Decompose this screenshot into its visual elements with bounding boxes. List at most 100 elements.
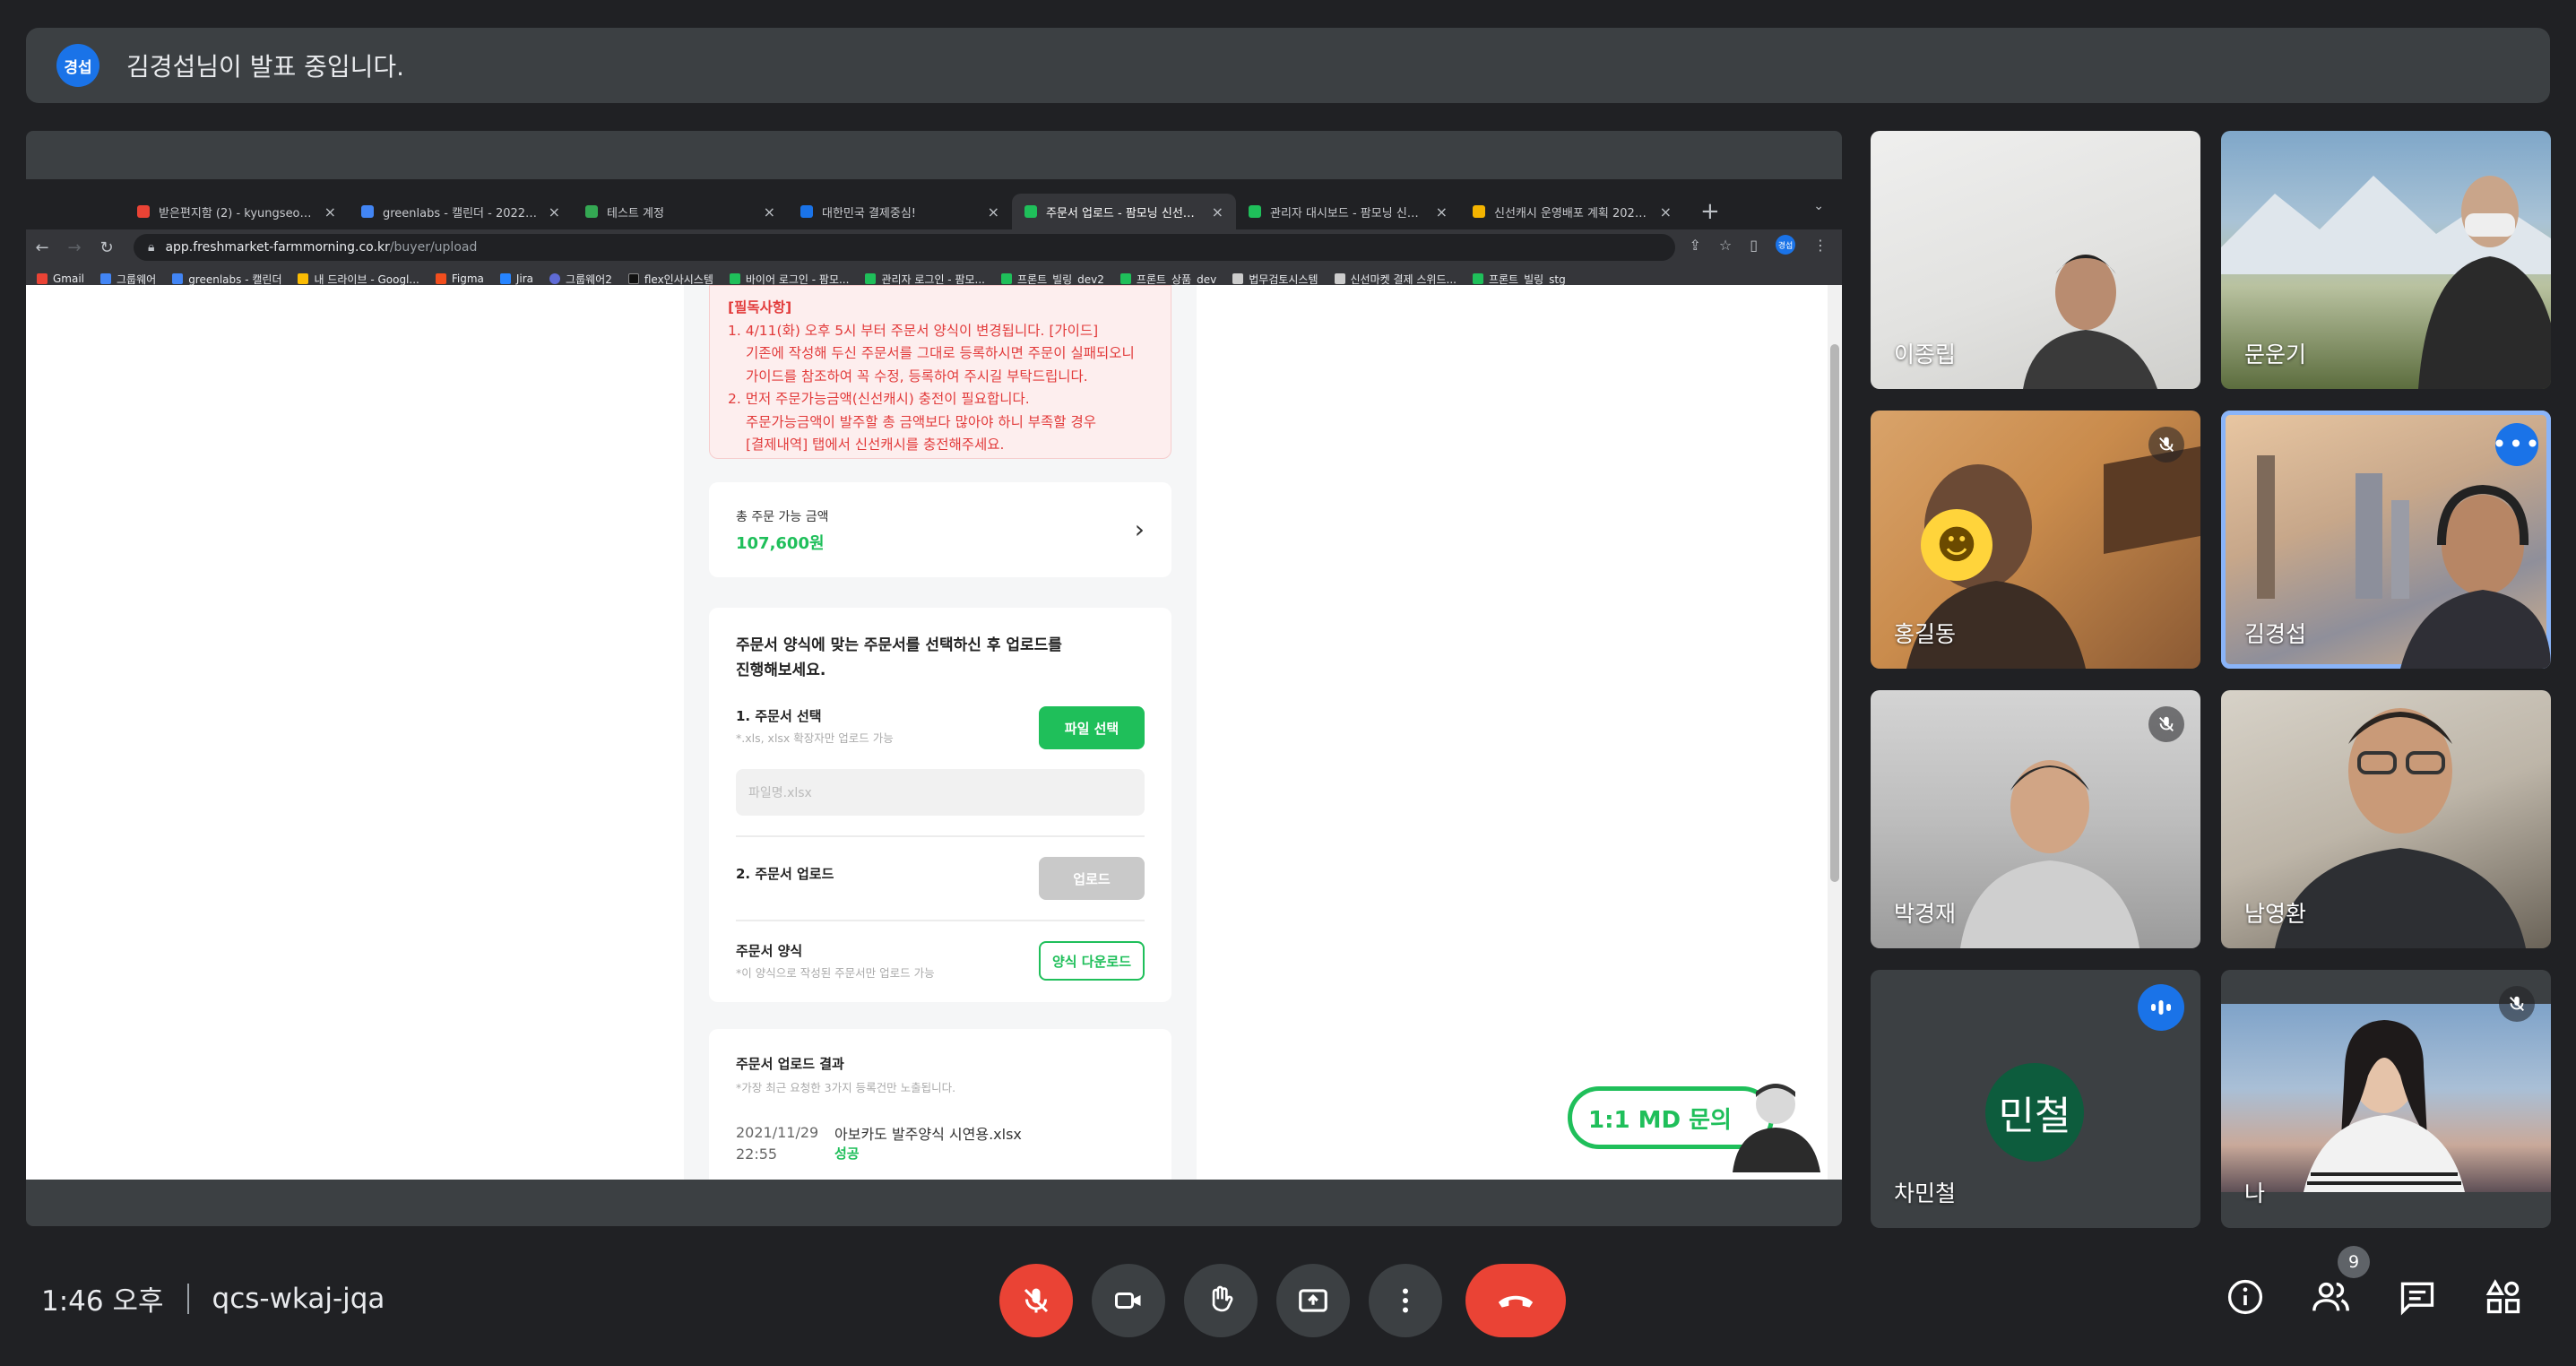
calendar-icon: [361, 205, 374, 218]
mic-off-icon: [2148, 706, 2184, 742]
bookmark-item[interactable]: 법무검토시스템: [1232, 272, 1318, 287]
browser-tab[interactable]: greenlabs - 캘린더 - 2022년 4월 ×: [349, 194, 573, 229]
camera-toggle-button[interactable]: [1092, 1264, 1165, 1337]
globe-icon: [800, 205, 813, 218]
participant-tile[interactable]: 남영환: [2221, 690, 2551, 948]
bookmark-item[interactable]: Figma: [435, 272, 484, 285]
reload-icon[interactable]: ↻: [91, 238, 123, 257]
participant-tile[interactable]: 이종립: [1871, 131, 2200, 389]
bookmark-item[interactable]: 관리자 로그인 - 팜모...: [865, 272, 985, 287]
form-row: 주문서 양식 *이 양식으로 작성된 주문서만 업로드 가능 양식 다운로드: [736, 941, 1145, 981]
participant-name: 나: [2244, 1180, 2266, 1206]
notice-line: 2. 먼저 주문가능금액(신선캐시) 충전이 필요합니다.: [728, 391, 1030, 407]
activities-button[interactable]: [2481, 1275, 2526, 1319]
menu-icon[interactable]: ⋮: [1813, 237, 1828, 254]
bookmark-item[interactable]: 그룹웨어2: [549, 272, 612, 287]
bookmark-item[interactable]: Jira: [499, 272, 533, 285]
browser-tab-active[interactable]: 주문서 업로드 - 팜모닝 신선마켓 ×: [1012, 194, 1236, 229]
upload-button[interactable]: 업로드: [1039, 857, 1145, 900]
md-inquiry-badge[interactable]: 1:1 MD 문의: [1568, 1074, 1828, 1172]
participant-tile[interactable]: 문운기: [2221, 131, 2551, 389]
chat-button[interactable]: [2395, 1275, 2440, 1319]
toolbar-icons: ⇪ ☆ ▯ 경섭 ⋮: [1689, 235, 1828, 255]
chevron-right-icon: ›: [1134, 514, 1145, 544]
gmail-icon: [37, 273, 48, 284]
clock: 1:46 오후: [41, 1285, 164, 1318]
shared-screen: 받은편지함 (2) - kyungseob.kim × greenlabs - 캘…: [26, 131, 1842, 1226]
separator: [186, 1283, 189, 1314]
participant-tile[interactable]: ☻ 홍길동: [1871, 411, 2200, 669]
participant-name: 이종립: [1894, 342, 1957, 367]
divider: [736, 920, 1145, 921]
star-icon[interactable]: ☆: [1719, 237, 1732, 254]
leave-call-button[interactable]: [1465, 1264, 1566, 1337]
bookmark-item[interactable]: 프론트_빌링_dev2: [1000, 272, 1104, 287]
bookmark-item[interactable]: Gmail: [37, 272, 84, 285]
bookmark-item[interactable]: 내 드라이브 - Googl...: [298, 272, 419, 287]
close-icon[interactable]: ×: [1660, 203, 1672, 220]
browser-tab[interactable]: 신선캐시 운영배포 계획 2022-04- ×: [1460, 194, 1684, 229]
participant-tile[interactable]: 박경재: [1871, 690, 2200, 948]
tab-search-icon[interactable]: ⌄: [1813, 199, 1824, 213]
upload-card: 주문서 양식에 맞는 주문서를 선택하신 후 업로드를 진행해보세요. 1. 주…: [709, 608, 1171, 1002]
participant-tile-active[interactable]: ••• 김경섭: [2221, 411, 2551, 669]
browser-tab[interactable]: 받은편지함 (2) - kyungseob.kim ×: [125, 194, 349, 229]
browser-tab[interactable]: 대한민국 결제중심! ×: [788, 194, 1012, 229]
web-page: [필독사항] 1. 4/11(화) 오후 5시 부터 주문서 양식이 변경됩니다…: [26, 285, 1842, 1180]
present-screen-button[interactable]: [1276, 1264, 1350, 1337]
new-tab-icon[interactable]: +: [1700, 194, 1720, 229]
participant-name: 문운기: [2244, 342, 2307, 367]
participant-name: 차민철: [1894, 1180, 1957, 1206]
file-name-field[interactable]: 파일명.xlsx: [736, 769, 1145, 816]
notice-box: [필독사항] 1. 4/11(화) 오후 5시 부터 주문서 양식이 변경됩니다…: [709, 285, 1171, 459]
farmmorning-icon: [729, 273, 740, 284]
share-icon[interactable]: ⇪: [1689, 237, 1700, 254]
form-download-button[interactable]: 양식 다운로드: [1039, 941, 1145, 981]
sidepanel-icon[interactable]: ▯: [1750, 237, 1758, 254]
participant-tile[interactable]: 민철 차민철: [1871, 970, 2200, 1228]
bookmark-item[interactable]: 신선마켓 결제 스위드...: [1334, 272, 1457, 287]
order-amount-card[interactable]: 총 주문 가능 금액 107,600원 ›: [709, 482, 1171, 577]
bookmark-item[interactable]: 바이어 로그인 - 팜모...: [729, 272, 849, 287]
close-icon[interactable]: ×: [764, 203, 775, 220]
select-file-button[interactable]: 파일 선택: [1039, 706, 1145, 749]
url-host: app.freshmarket-farmmorning.co.kr: [165, 240, 390, 255]
people-button[interactable]: [2309, 1275, 2354, 1319]
result-card: 주문서 업로드 결과 *가장 최근 요청한 3가지 등록건만 노출됩니다. 20…: [709, 1029, 1171, 1180]
participant-name: 홍길동: [1894, 621, 1957, 647]
meeting-details-button[interactable]: [2223, 1275, 2268, 1319]
close-icon[interactable]: ×: [1212, 203, 1223, 220]
forward-icon[interactable]: →: [58, 238, 91, 257]
close-icon[interactable]: ×: [549, 203, 560, 220]
close-icon[interactable]: ×: [1436, 203, 1448, 220]
url-bar[interactable]: 🔒︎ app.freshmarket-farmmorning.co.kr/buy…: [134, 234, 1675, 261]
hand-icon: [1212, 1285, 1233, 1312]
bookmark-item[interactable]: 프론트_상품_dev: [1119, 272, 1216, 287]
profile-avatar[interactable]: 경섭: [1776, 235, 1795, 255]
bookmark-item[interactable]: 프론트_빌링_stg: [1472, 272, 1566, 287]
info-icon: [2227, 1279, 2263, 1315]
more-options-button[interactable]: [1369, 1264, 1442, 1337]
presenting-banner: 경섭 김경섭님이 발표 중입니다.: [26, 28, 2550, 103]
more-options-icon[interactable]: •••: [2492, 423, 2540, 466]
mic-toggle-button[interactable]: [999, 1264, 1073, 1337]
url-path: /buyer/upload: [389, 240, 478, 255]
notice-line: 가이드를 참조하여 꼭 수정, 등록하여 주시길 부탁드립니다.: [746, 367, 1088, 385]
raise-hand-button[interactable]: [1184, 1264, 1258, 1337]
bookmark-item[interactable]: flex인사시스템: [627, 272, 713, 287]
bookmark-item[interactable]: 그룹웨어: [100, 272, 156, 287]
result-status: 성공: [834, 1146, 860, 1162]
participant-tile-self[interactable]: 나: [2221, 970, 2551, 1228]
bookmark-item[interactable]: greenlabs - 캘린더: [172, 272, 281, 287]
close-icon[interactable]: ×: [988, 203, 999, 220]
video-camera-icon: [1115, 1293, 1141, 1309]
close-icon[interactable]: ×: [324, 203, 336, 220]
scroll-thumb[interactable]: [1830, 344, 1839, 882]
gmail-icon: [137, 205, 150, 218]
tab-strip: 받은편지함 (2) - kyungseob.kim × greenlabs - 캘…: [26, 179, 1842, 229]
browser-tab[interactable]: 관리자 대시보드 - 팜모닝 신선마켓 ×: [1236, 194, 1460, 229]
browser-tab[interactable]: 테스트 계정 ×: [573, 194, 788, 229]
chat-icon: [2400, 1282, 2434, 1316]
back-icon[interactable]: ←: [26, 238, 58, 257]
scrollbar[interactable]: [1828, 285, 1842, 1180]
